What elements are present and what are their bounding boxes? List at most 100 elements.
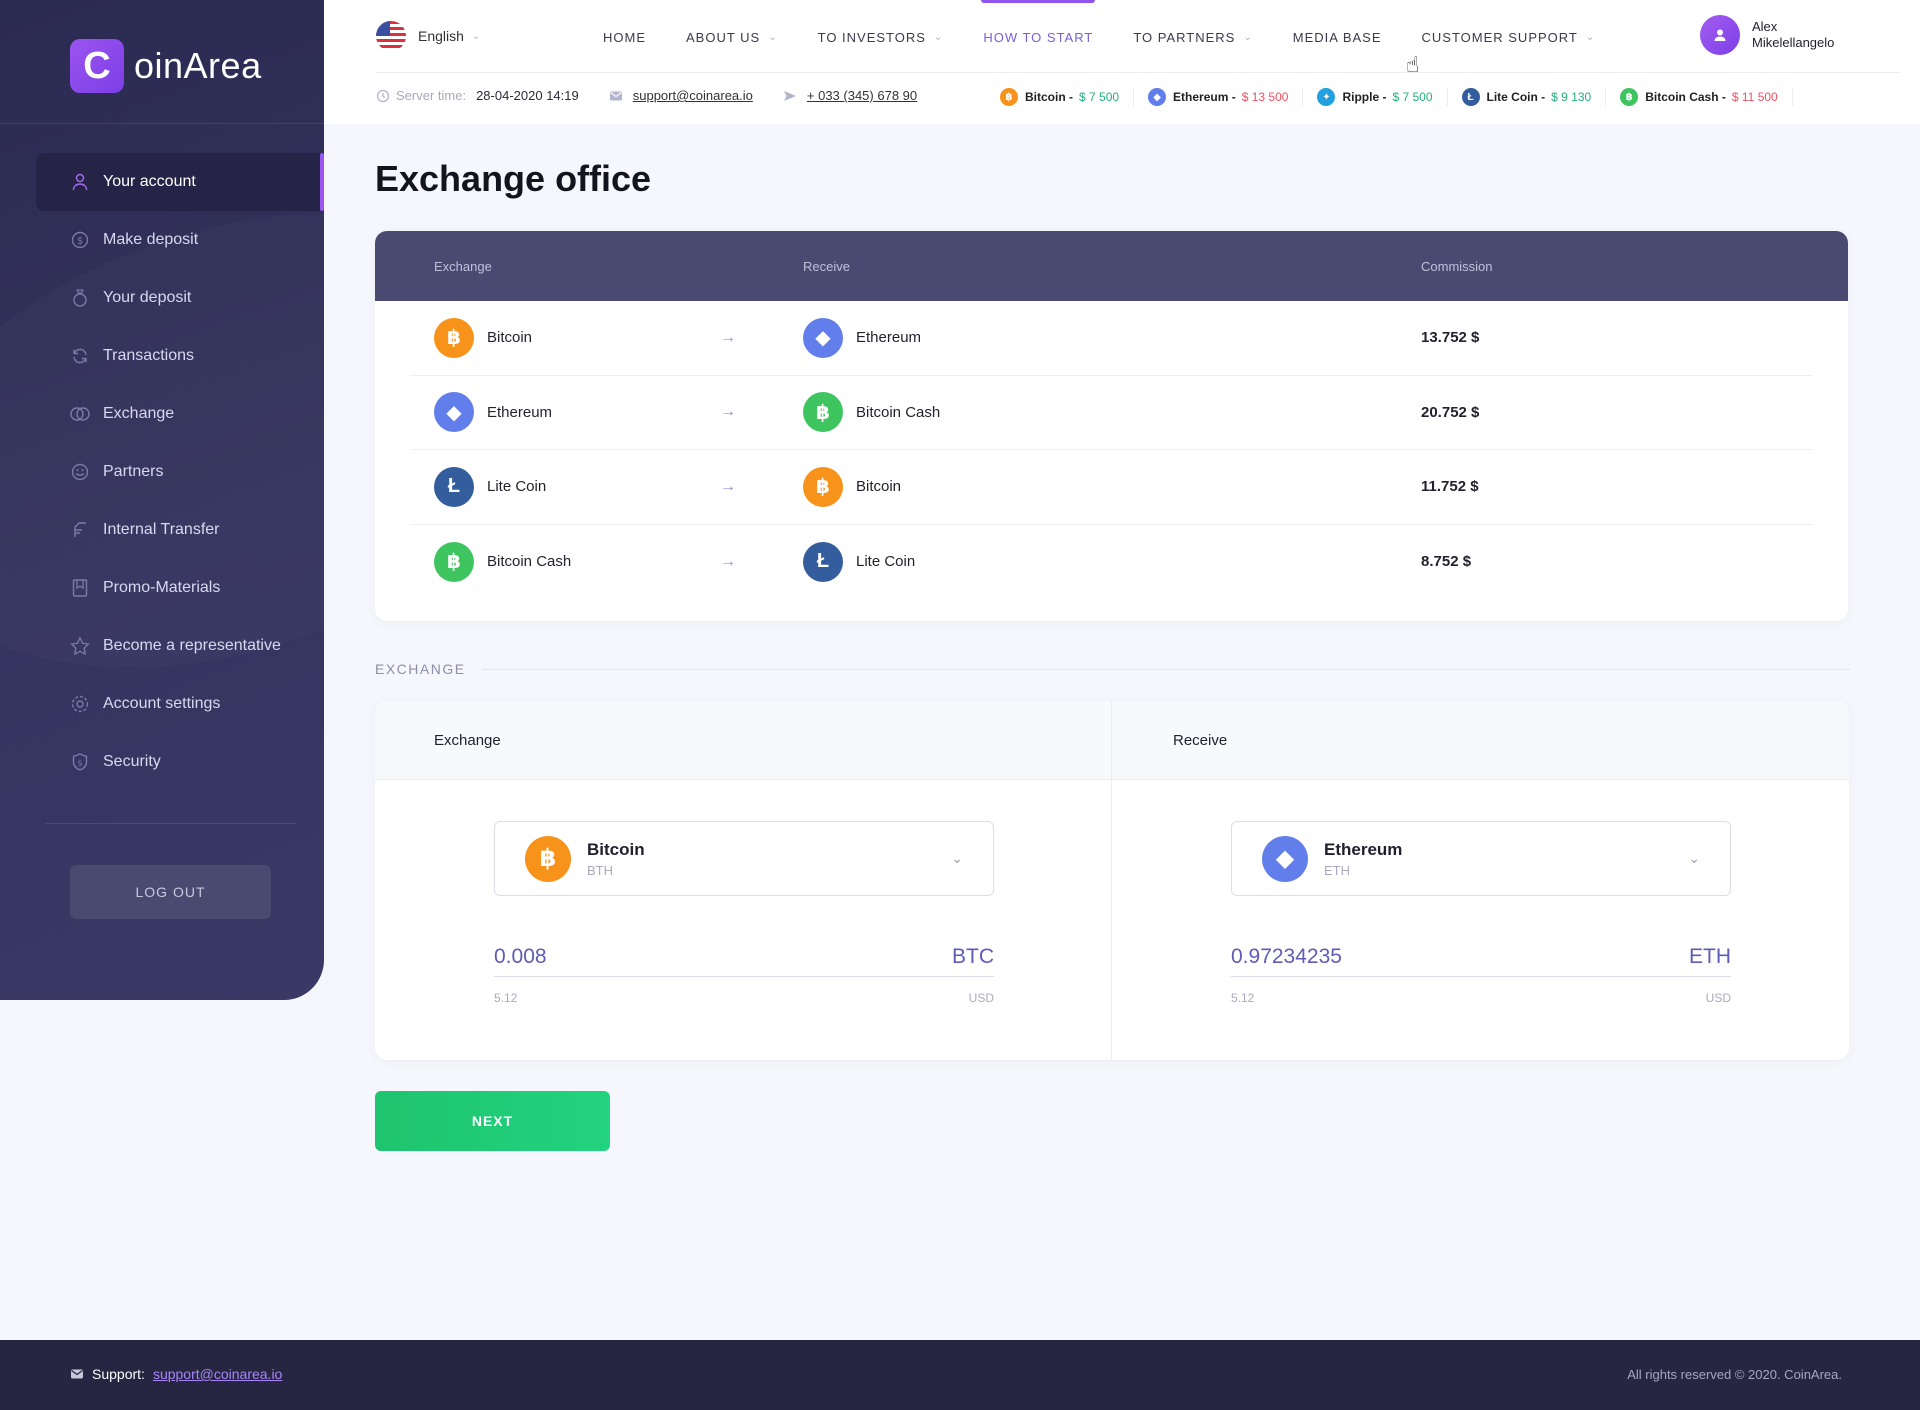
table-header: Exchange Receive Commission: [375, 231, 1848, 301]
next-button[interactable]: NEXT: [375, 1091, 610, 1151]
table-row[interactable]: ฿ Bitcoin → ◆ Ethereum 13.752 $: [410, 301, 1813, 376]
ticker-price: $ 7 500: [1079, 90, 1120, 104]
from-coin-label: Lite Coin: [487, 478, 547, 496]
sidebar-item-make-deposit[interactable]: $ Make deposit: [36, 211, 324, 269]
to-cell: Ł Lite Coin: [803, 541, 915, 582]
nav-about-us[interactable]: ABOUT US ⌄: [686, 0, 778, 74]
user-icon: [1714, 29, 1726, 41]
language-selector[interactable]: English ⌄: [376, 21, 480, 51]
bitcoin-cash-icon: ฿: [1620, 88, 1639, 106]
from-amount-field[interactable]: BTC: [494, 937, 994, 977]
exchange-form: Exchange ฿ Bitcoin BTH ⌄ BTC 5.12 USD Re…: [375, 701, 1849, 1060]
nav-label: TO INVESTORS: [817, 29, 926, 45]
sidebar-item-label: Security: [103, 753, 161, 770]
sidebar-item-exchange[interactable]: Exchange: [36, 385, 324, 443]
sidebar-item-internal-transfer[interactable]: Internal Transfer: [36, 501, 324, 559]
to-usd-row: 5.12 USD: [1231, 991, 1731, 1005]
sidebar-item-label: Account settings: [103, 695, 221, 712]
chevron-down-icon: ⌄: [471, 30, 481, 42]
sidebar-divider: [0, 123, 324, 124]
col-exchange: Exchange: [434, 258, 492, 274]
to-amount-field[interactable]: ETH: [1231, 937, 1731, 977]
nav-label: HOME: [603, 29, 646, 45]
nav-media-base[interactable]: MEDIA BASE: [1293, 0, 1382, 74]
logo-badge: C: [70, 39, 124, 93]
nav-home[interactable]: HOME: [603, 0, 646, 74]
to-cell: ฿ Bitcoin Cash: [803, 392, 940, 433]
mail-icon: [71, 1369, 83, 1379]
arrow-right-icon: →: [720, 403, 736, 421]
nav-label: MEDIA BASE: [1292, 29, 1382, 45]
table-row[interactable]: Ł Lite Coin → ฿ Bitcoin 11.752 $: [410, 450, 1813, 525]
from-coin-label: Ethereum: [487, 403, 553, 421]
bag-icon: [70, 288, 90, 308]
table-body: ฿ Bitcoin → ◆ Ethereum 13.752 $ ◆ Ethereum → ฿ Bit…: [375, 301, 1848, 599]
nav-how-to-start[interactable]: HOW TO START: [981, 0, 1096, 74]
sidebar-item-label: Promo-Materials: [103, 579, 221, 596]
chevron-down-icon: ⌄: [933, 31, 944, 43]
ticker-coin-name: Bitcoin Cash -: [1645, 90, 1726, 104]
ethereum-icon: ◆: [1148, 88, 1167, 106]
sidebar-item-security[interactable]: $ Security: [36, 733, 324, 791]
bitcoin-icon: ฿: [1000, 88, 1018, 106]
commission-value: 13.752 $: [1421, 329, 1480, 347]
sidebar-item-transactions[interactable]: Transactions: [36, 327, 324, 385]
star-icon: [70, 636, 90, 656]
litecoin-icon: Ł: [434, 466, 474, 507]
price-ticker: ฿ Bitcoin - $ 7 500 ◆ Ethereum - $ 13 500 ✦ Rip…: [1000, 88, 1852, 106]
arrow-right-icon: →: [720, 552, 736, 570]
bitcoin-cash-icon: ฿: [803, 392, 843, 433]
sidebar-item-label: Become a representative: [103, 637, 281, 654]
from-amount-input[interactable]: [494, 944, 794, 969]
sidebar-item-promo-materials[interactable]: Promo-Materials: [36, 559, 324, 617]
nav-customer-support[interactable]: CUSTOMER SUPPORT ⌄: [1422, 0, 1596, 74]
to-cell: ฿ Bitcoin: [803, 466, 901, 507]
ticker-coin-name: Bitcoin -: [1025, 90, 1073, 104]
from-coin-select[interactable]: ฿ Bitcoin BTH ⌄: [494, 821, 994, 896]
col-receive: Receive: [803, 258, 850, 274]
table-row[interactable]: ◆ Ethereum → ฿ Bitcoin Cash 20.752 $: [410, 376, 1813, 450]
ticker-item: ◆ Ethereum - $ 13 500: [1148, 88, 1304, 106]
server-time: 28-04-2020 14:19: [476, 88, 579, 103]
logout-button[interactable]: LOG OUT: [70, 865, 271, 919]
ticker-coin-name: Ripple -: [1342, 90, 1387, 104]
exchange-section-title: EXCHANGE: [375, 661, 466, 677]
footer-support-email[interactable]: support@coinarea.io: [153, 1366, 282, 1382]
nav-to-partners[interactable]: TO PARTNERS ⌄: [1133, 0, 1252, 74]
user-menu[interactable]: Alex Mikelellangelo: [1700, 15, 1852, 55]
sidebar-item-your-account[interactable]: Your account: [36, 153, 324, 211]
header-divider: [376, 72, 1900, 73]
nav-label: ABOUT US: [686, 29, 761, 45]
from-cell: Ł Lite Coin: [434, 466, 547, 507]
phone-link[interactable]: + 033 (345) 678 90: [807, 88, 917, 103]
ticker-price: $ 9 130: [1551, 90, 1592, 104]
from-coin-label: Bitcoin: [487, 329, 533, 347]
nav-to-investors[interactable]: TO INVESTORS ⌄: [818, 0, 944, 74]
support-email-link[interactable]: support@coinarea.io: [633, 88, 753, 103]
footer: Support: support@coinarea.io All rights …: [0, 1340, 1920, 1410]
sidebar: C oinArea Your account $ Make deposit Your …: [0, 0, 324, 1000]
sidebar-item-partners[interactable]: Partners: [36, 443, 324, 501]
to-coin-select[interactable]: ◆ Ethereum ETH ⌄: [1231, 821, 1731, 896]
ticker-fade: [1792, 88, 1852, 106]
refresh-icon: [70, 346, 90, 366]
to-amount-input[interactable]: [1231, 944, 1531, 969]
from-cell: ฿ Bitcoin: [434, 317, 533, 358]
shield-icon: $: [70, 752, 90, 772]
exchange-from-panel: Exchange ฿ Bitcoin BTH ⌄ BTC 5.12 USD: [375, 701, 1112, 1060]
server-time-label: Server time:: [396, 88, 467, 103]
mail-icon: [609, 91, 622, 100]
sidebar-item-become-a-representative[interactable]: Become a representative: [36, 617, 324, 675]
exchange-from-header: Exchange: [375, 701, 1111, 780]
sidebar-item-account-settings[interactable]: Account settings: [36, 675, 324, 733]
info-bar: Server time: 28-04-2020 14:19 support@co…: [376, 88, 917, 103]
exchange-to-panel: Receive ◆ Ethereum ETH ⌄ ETH 5.12 USD: [1112, 701, 1849, 1060]
bitcoin-cash-icon: ฿: [434, 541, 474, 582]
table-row[interactable]: ฿ Bitcoin Cash → Ł Lite Coin 8.752 $: [410, 525, 1813, 600]
sidebar-item-your-deposit[interactable]: Your deposit: [36, 269, 324, 327]
ticker-price: $ 7 500: [1392, 90, 1433, 104]
logo[interactable]: C oinArea: [70, 39, 262, 93]
smile-icon: [70, 462, 90, 482]
ticker-coin-name: Lite Coin -: [1486, 90, 1546, 104]
avatar[interactable]: [1700, 15, 1740, 55]
